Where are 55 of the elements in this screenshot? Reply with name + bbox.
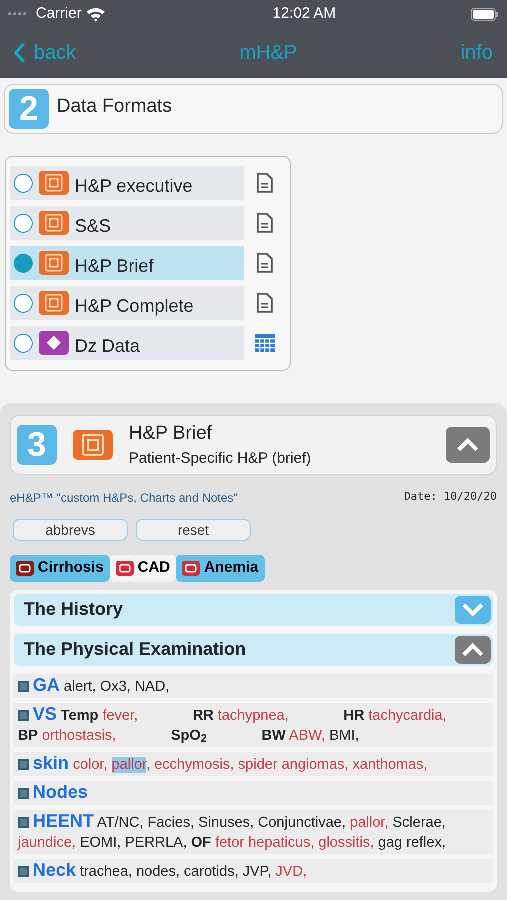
step-number: 3: [17, 425, 57, 465]
step-number: 2: [9, 89, 49, 129]
date-text: Date: 10/20/20: [404, 489, 497, 505]
condition-tab[interactable]: Cirrhosis: [10, 555, 110, 582]
exam-row: GA alert, Ox3, NAD,: [14, 674, 493, 698]
text-button[interactable]: reset: [136, 519, 251, 541]
status-time: 12:02 AM: [272, 4, 338, 24]
exam-row: VS Temp fever, RR tachypnea, HR tachycardia, BP orthostasis, SpO$_{2}$ BW ABW, BMI,: [14, 702, 493, 746]
radio-button[interactable]: [14, 214, 33, 232]
text-button[interactable]: abbrevs: [13, 519, 128, 541]
section-header[interactable]: The Physical Examination: [14, 634, 493, 666]
collapse-button[interactable]: [446, 427, 490, 463]
collapse-button[interactable]: [455, 636, 491, 664]
format-option[interactable]: Dz Data: [10, 326, 244, 360]
radio-button[interactable]: [14, 294, 33, 312]
document-icon: [257, 293, 273, 313]
wifi-icon: [86, 6, 106, 22]
carrier-name: Carrier: [36, 4, 82, 24]
chevron-up-icon: [457, 438, 479, 452]
chevron-left-icon: [14, 42, 26, 64]
condition-tab[interactable]: CAD: [110, 555, 176, 582]
radio-button[interactable]: [14, 334, 33, 352]
document-icon: [257, 173, 273, 193]
format-label: H&P Complete: [75, 294, 194, 318]
step-title: H&P Brief: [129, 422, 214, 446]
concentric-squares-icon: [39, 291, 69, 315]
concentric-squares-icon: [39, 211, 69, 235]
condition-tab[interactable]: Anemia: [176, 555, 265, 582]
expand-button[interactable]: [455, 596, 491, 624]
concentric-squares-icon: [39, 171, 69, 195]
format-label: H&P executive: [75, 174, 193, 198]
tagline-text: eH&P™ "custom H&Ps, Charts and Notes": [10, 490, 238, 507]
exam-row: Nodes: [14, 780, 493, 804]
chevron-up-icon: [462, 642, 484, 656]
chevron-down-icon: [462, 602, 484, 616]
table-icon: [255, 334, 275, 352]
document-icon: [257, 213, 273, 233]
step-subtitle: Patient-Specific H&P (brief): [129, 449, 312, 469]
format-option[interactable]: S&S: [10, 206, 244, 240]
format-option[interactable]: H&P Complete: [10, 286, 244, 320]
step-title: Data Formats: [57, 95, 172, 119]
format-option[interactable]: H&P executive: [10, 166, 244, 200]
concentric-squares-icon: [73, 430, 113, 460]
format-label: H&P Brief: [75, 254, 154, 278]
document-icon: [257, 253, 273, 273]
concentric-squares-icon: [39, 251, 69, 275]
radio-button[interactable]: [14, 174, 33, 192]
format-option[interactable]: H&P Brief: [10, 246, 244, 280]
radio-button[interactable]: [14, 254, 33, 272]
exam-row: Neck trachea, nodes, carotids, JVP, JVD,: [14, 858, 493, 882]
nav-title: mH&P: [240, 41, 298, 66]
format-label: Dz Data: [75, 334, 140, 358]
format-label: S&S: [75, 214, 112, 238]
battery-icon: [471, 8, 499, 20]
section-header[interactable]: The History: [14, 594, 493, 626]
